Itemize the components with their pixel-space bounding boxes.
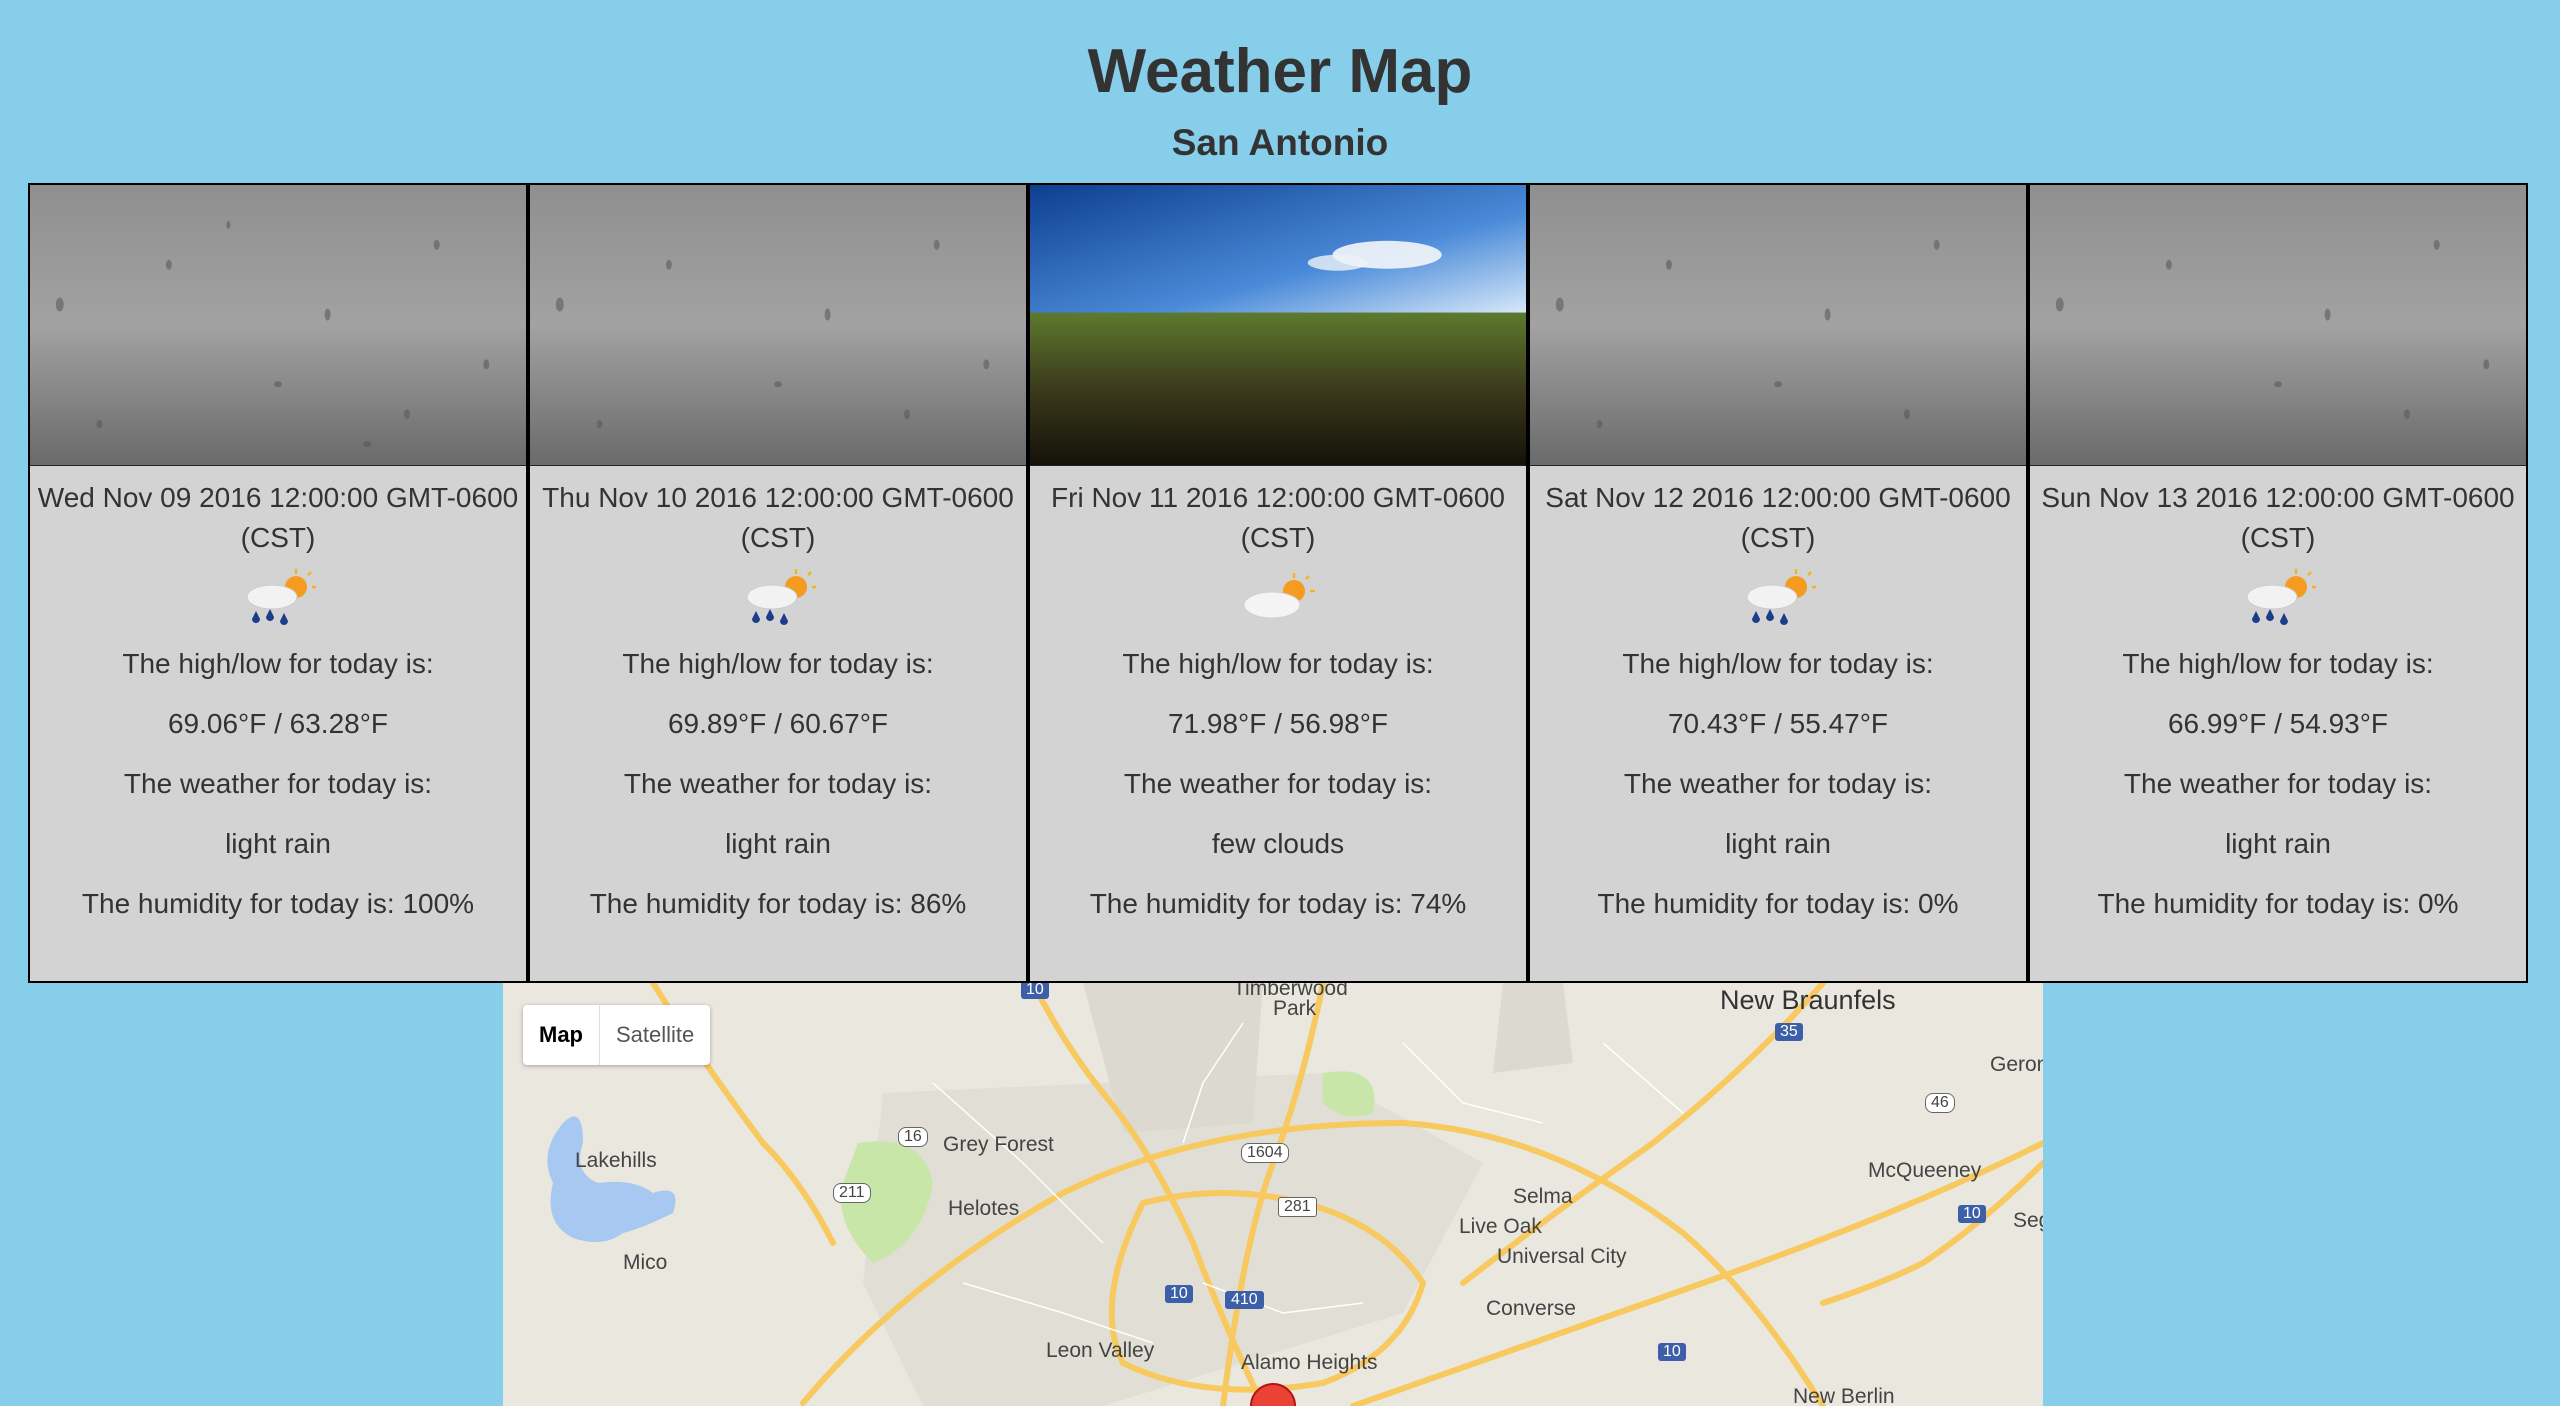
route-shield-icon: 1604 <box>1241 1143 1289 1163</box>
route-shield-icon: 16 <box>898 1127 928 1147</box>
highlow-value: 71.98°F / 56.98°F <box>1167 708 1389 739</box>
map-label-lakehills: Lakehills <box>575 1149 657 1172</box>
forecast-date: Sun Nov 13 2016 12:00:00 GMT-0600 (CST) <box>2041 482 2515 553</box>
map-label-grey-forest: Grey Forest <box>943 1133 1054 1156</box>
grass-field-photo <box>1030 185 1526 466</box>
highlow-value: 66.99°F / 54.93°F <box>2167 708 2389 739</box>
forecast-date: Wed Nov 09 2016 12:00:00 GMT-0600 (CST) <box>37 482 519 553</box>
highlow-label: The high/low for today is: <box>1122 648 1434 679</box>
humidity-text: The humidity for today is: 100% <box>81 888 475 919</box>
interstate-shield-icon: 35 <box>1775 1023 1803 1041</box>
map-label-selma: Selma <box>1513 1185 1573 1208</box>
map-label-helotes: Helotes <box>948 1197 1020 1220</box>
interstate-shield-icon: 10 <box>1165 1285 1193 1303</box>
humidity-text: The humidity for today is: 74% <box>1089 888 1467 919</box>
humidity-text: The humidity for today is: 0% <box>2097 888 2459 919</box>
highlow-value: 69.06°F / 63.28°F <box>167 708 389 739</box>
map-label-mico: Mico <box>623 1251 668 1274</box>
weather-label: The weather for today is: <box>123 768 433 799</box>
rain-on-glass-photo <box>530 185 1026 466</box>
weather-value: light rain <box>225 828 331 859</box>
forecast-date: Thu Nov 10 2016 12:00:00 GMT-0600 (CST) <box>542 482 1014 553</box>
weather-label: The weather for today is: <box>2123 768 2433 799</box>
forecast-date: Fri Nov 11 2016 12:00:00 GMT-0600 (CST) <box>1051 482 1505 553</box>
map-type-satellite-button[interactable]: Satellite <box>600 1005 710 1065</box>
forecast-card: Sun Nov 13 2016 12:00:00 GMT-0600 (CST) … <box>2028 183 2528 983</box>
rain-sun-icon <box>30 564 526 634</box>
humidity-text: The humidity for today is: 0% <box>1597 888 1959 919</box>
map-label-mcqueeney: McQueeney <box>1868 1159 1982 1182</box>
page-title: Weather Map <box>1087 37 1473 106</box>
weather-value: few clouds <box>1211 828 1345 859</box>
rain-sun-icon <box>530 564 1026 634</box>
rain-on-glass-photo <box>30 185 526 466</box>
rain-sun-icon <box>2030 564 2526 634</box>
map-label-converse: Converse <box>1486 1297 1576 1320</box>
interstate-shield-icon: 10 <box>1658 1343 1686 1361</box>
weather-label: The weather for today is: <box>623 768 933 799</box>
forecast-date: Sat Nov 12 2016 12:00:00 GMT-0600 (CST) <box>1545 482 2011 553</box>
weather-value: light rain <box>1725 828 1831 859</box>
forecast-card: Sat Nov 12 2016 12:00:00 GMT-0600 (CST) … <box>1528 183 2028 983</box>
rain-sun-icon <box>1530 564 2026 634</box>
interstate-shield-icon: 410 <box>1225 1291 1264 1309</box>
rain-on-glass-photo <box>2030 185 2526 466</box>
map-label-new-braunfels: New Braunfels <box>1720 985 1896 1015</box>
highlow-label: The high/low for today is: <box>622 648 934 679</box>
map-label-leon-valley: Leon Valley <box>1046 1339 1155 1362</box>
highlow-value: 69.89°F / 60.67°F <box>667 708 889 739</box>
map-type-control: Map Satellite <box>523 1005 711 1065</box>
rain-on-glass-photo <box>1530 185 2026 466</box>
highlow-label: The high/low for today is: <box>122 648 434 679</box>
weather-label: The weather for today is: <box>1623 768 1933 799</box>
forecast-cards: Wed Nov 09 2016 12:00:00 GMT-0600 (CST) … <box>28 183 2528 983</box>
weather-label: The weather for today is: <box>1123 768 1433 799</box>
map-label-seg: Seg <box>2013 1209 2043 1232</box>
forecast-card: Wed Nov 09 2016 12:00:00 GMT-0600 (CST) … <box>28 183 528 983</box>
interstate-shield-icon: 10 <box>1021 983 1049 999</box>
us-route-shield-icon: 281 <box>1278 1197 1317 1217</box>
route-shield-icon: 46 <box>1925 1093 1955 1113</box>
route-shield-icon: 211 <box>833 1183 871 1203</box>
map-label-new-berlin: New Berlin <box>1793 1385 1895 1406</box>
map-label-alamo-heights: Alamo Heights <box>1241 1351 1378 1374</box>
map-canvas[interactable] <box>503 983 2043 1406</box>
map-label-geron: Geron <box>1990 1053 2043 1076</box>
interstate-shield-icon: 10 <box>1958 1205 1986 1223</box>
map-type-map-button[interactable]: Map <box>523 1005 600 1065</box>
cloud-sun-icon <box>1030 564 1526 634</box>
humidity-text: The humidity for today is: 86% <box>589 888 967 919</box>
map-label-live-oak: Live Oak <box>1459 1215 1542 1238</box>
weather-value: light rain <box>725 828 831 859</box>
city-name: San Antonio <box>1171 122 1389 163</box>
highlow-value: 70.43°F / 55.47°F <box>1667 708 1889 739</box>
highlow-label: The high/low for today is: <box>2122 648 2434 679</box>
forecast-card: Fri Nov 11 2016 12:00:00 GMT-0600 (CST) … <box>1028 183 1528 983</box>
map-view[interactable]: Map Satellite Timberwood Park New Braunf… <box>503 983 2043 1406</box>
map-label-universal-city: Universal City <box>1497 1245 1627 1268</box>
highlow-label: The high/low for today is: <box>1622 648 1934 679</box>
forecast-card: Thu Nov 10 2016 12:00:00 GMT-0600 (CST) … <box>528 183 1028 983</box>
weather-value: light rain <box>2225 828 2331 859</box>
map-label-park: Park <box>1273 997 1317 1020</box>
